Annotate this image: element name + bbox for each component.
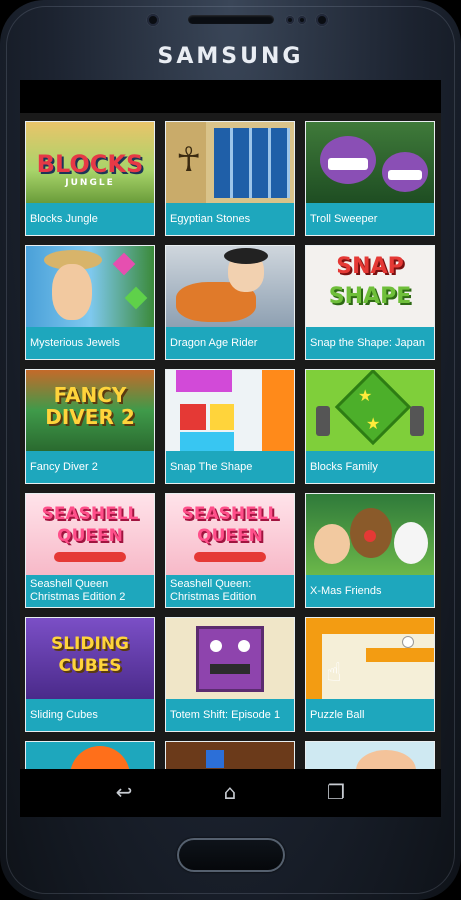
home-button[interactable]	[177, 838, 285, 872]
game-thumbnail	[166, 370, 294, 451]
game-title: Fancy Diver 2	[30, 460, 98, 473]
game-thumbnail	[166, 246, 294, 327]
thumbnail-title-text: SEASHELL	[181, 504, 279, 524]
game-thumbnail	[26, 246, 154, 327]
game-title: Mysterious Jewels	[30, 336, 120, 349]
game-tile[interactable]: FANCY DIVER 2 Fancy Diver 2	[25, 369, 155, 484]
thumbnail-title-text: SLIDING	[50, 634, 130, 654]
game-tile[interactable]: SEASHELL QUEEN Seashell Queen Christmas …	[25, 493, 155, 608]
game-tile[interactable]: Troll Sweeper	[305, 121, 435, 236]
sensor-icon	[298, 16, 306, 24]
thumbnail-subtitle-text: SHAPE	[328, 284, 412, 309]
game-title: Snap the Shape: Japan	[310, 336, 425, 349]
game-tile[interactable]	[165, 741, 295, 769]
thumbnail-subtitle-text: QUEEN	[57, 526, 123, 546]
game-tile[interactable]	[25, 741, 155, 769]
game-title: Dragon Age Rider	[170, 336, 258, 349]
front-camera-icon	[316, 14, 328, 26]
game-title: Troll Sweeper	[310, 212, 378, 225]
game-title: Seashell Queen Christmas Edition 2	[30, 578, 126, 603]
game-title: Blocks Family	[310, 460, 378, 473]
game-title: X-Mas Friends	[310, 584, 382, 597]
game-thumbnail: ☥	[166, 122, 294, 203]
phone-frame: SAMSUNG BLOCKS JUNGLE Blocks Jungle ☥ Eg…	[0, 0, 461, 900]
game-title: Sliding Cubes	[30, 708, 98, 721]
thumbnail-title-text: BLOCKS	[36, 150, 144, 178]
game-title: Seashell Queen: Christmas Edition	[170, 578, 257, 603]
screen: BLOCKS JUNGLE Blocks Jungle ☥ Egyptian S…	[20, 80, 441, 817]
game-tile[interactable]: SEASHELL QUEEN Seashell Queen: Christmas…	[165, 493, 295, 608]
game-title: Totem Shift: Episode 1	[170, 708, 281, 721]
game-title: Egyptian Stones	[170, 212, 251, 225]
game-tile[interactable]	[305, 741, 435, 769]
game-tile[interactable]: X-Mas Friends	[305, 493, 435, 608]
home-icon[interactable]: ⌂	[210, 779, 250, 805]
game-thumbnail: SEASHELL QUEEN	[166, 494, 294, 575]
game-tile[interactable]: SLIDING CUBES Sliding Cubes	[25, 617, 155, 732]
game-title: Puzzle Ball	[310, 708, 365, 721]
thumbnail-title-text: FANCY DIVER 2	[45, 383, 135, 429]
game-thumbnail	[306, 494, 434, 575]
game-title: Snap The Shape	[170, 460, 253, 473]
game-tile[interactable]: ☥ Egyptian Stones	[165, 121, 295, 236]
thumbnail-title-text: SEASHELL	[41, 504, 139, 524]
brand-logo: SAMSUNG	[157, 44, 304, 69]
game-tile[interactable]: Totem Shift: Episode 1	[165, 617, 295, 732]
recents-icon[interactable]: ❐	[316, 779, 356, 805]
game-thumbnail	[166, 742, 294, 769]
game-thumbnail: SEASHELL QUEEN	[26, 494, 154, 575]
game-thumbnail	[306, 122, 434, 203]
game-thumbnail: FANCY DIVER 2	[26, 370, 154, 451]
game-thumbnail: BLOCKS JUNGLE	[26, 122, 154, 203]
thumbnail-title-text: SNAP	[336, 254, 404, 279]
thumbnail-subtitle-text: CUBES	[58, 656, 122, 676]
game-thumbnail: SLIDING CUBES	[26, 618, 154, 699]
game-title: Blocks Jungle	[30, 212, 98, 225]
front-camera-icon	[147, 14, 159, 26]
thumbnail-subtitle-text: QUEEN	[197, 526, 263, 546]
earpiece-speaker	[188, 15, 274, 24]
game-list[interactable]: BLOCKS JUNGLE Blocks Jungle ☥ Egyptian S…	[20, 113, 441, 769]
game-thumbnail	[166, 618, 294, 699]
game-thumbnail	[306, 742, 434, 769]
game-thumbnail: ★ ★	[306, 370, 434, 451]
game-thumbnail: SNAP SHAPE	[306, 246, 434, 327]
game-tile[interactable]: Mysterious Jewels	[25, 245, 155, 360]
status-bar	[20, 80, 441, 113]
game-tile[interactable]: SNAP SHAPE Snap the Shape: Japan	[305, 245, 435, 360]
back-icon[interactable]: ↩	[104, 779, 144, 805]
game-tile[interactable]: BLOCKS JUNGLE Blocks Jungle	[25, 121, 155, 236]
thumbnail-subtitle-text: JUNGLE	[65, 178, 115, 188]
game-thumbnail	[26, 742, 154, 769]
game-thumbnail: ☝	[306, 618, 434, 699]
navigation-bar: ↩ ⌂ ❐	[20, 769, 441, 817]
game-tile[interactable]: ★ ★ Blocks Family	[305, 369, 435, 484]
game-tile[interactable]: ☝ Puzzle Ball	[305, 617, 435, 732]
sensor-icon	[286, 16, 294, 24]
game-tile[interactable]: Snap The Shape	[165, 369, 295, 484]
game-tile[interactable]: Dragon Age Rider	[165, 245, 295, 360]
